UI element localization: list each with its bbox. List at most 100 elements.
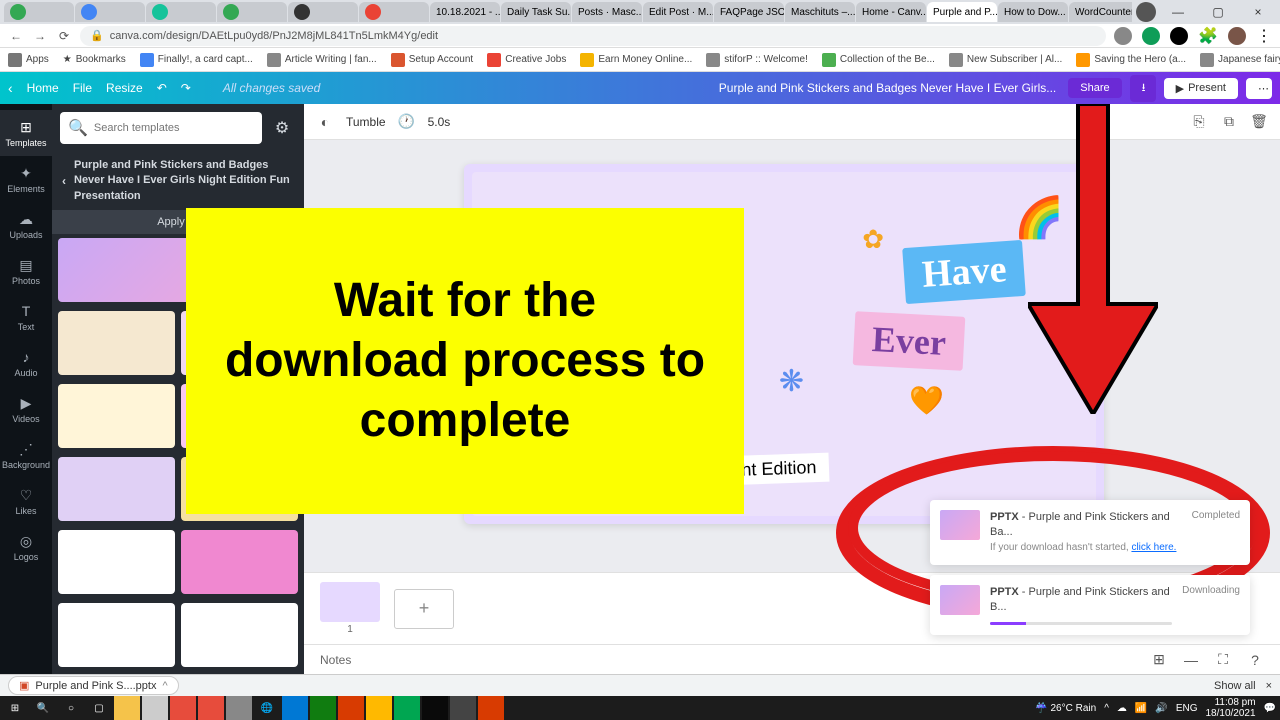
wifi-icon[interactable]: 📶 [1135,703,1147,714]
taskbar-app-icon[interactable] [366,696,392,720]
extension-icon[interactable] [1114,27,1132,45]
extension-icon[interactable] [1142,27,1160,45]
rail-likes[interactable]: ♡Likes [0,478,52,524]
trash-icon[interactable]: 🗑 [1250,113,1268,131]
rail-uploads[interactable]: ☁Uploads [0,202,52,248]
show-all-link[interactable]: Show all [1214,680,1256,692]
tray-icon[interactable]: ☁ [1117,703,1127,714]
chrome-tab[interactable] [4,2,74,22]
search-box[interactable]: 🔍 [60,112,262,144]
chrome-tab[interactable] [146,2,216,22]
chrome-account-icon[interactable] [1136,2,1156,22]
chrome-menu-icon[interactable]: ⋮ [1256,26,1272,46]
omnibox[interactable]: 🔒 canva.com/design/DAEtLpu0yd8/PnJ2M8jML… [80,26,1106,46]
taskbar-app-icon[interactable] [142,696,168,720]
clock[interactable]: 11:08 pm18/10/2021 [1205,697,1255,719]
reload-icon[interactable]: ⟳ [56,28,72,44]
file-menu[interactable]: File [73,81,92,95]
zoom-slider[interactable]: — [1182,651,1200,669]
chrome-tab[interactable]: 10.18.2021 - ...× [430,2,500,22]
chrome-taskbar-icon[interactable]: 🌐 [254,696,280,720]
cortana-button[interactable]: ○ [58,696,84,720]
minimize-button[interactable]: — [1160,5,1196,19]
back-icon[interactable]: ← [8,28,24,44]
forward-icon[interactable]: → [32,28,48,44]
share-button[interactable]: Share [1068,78,1121,98]
chrome-tab[interactable]: Daily Task Su...× [501,2,571,22]
home-link[interactable]: Home [27,81,59,95]
bookmark-item[interactable]: Apps [8,53,49,67]
start-button[interactable]: ⊞ [2,696,28,720]
bookmark-item[interactable]: Earn Money Online... [580,53,692,67]
template-thumb[interactable] [58,311,175,375]
grid-view-icon[interactable]: ⊞ [1150,651,1168,669]
help-icon[interactable]: ? [1246,651,1264,669]
template-thumb[interactable] [58,603,175,667]
animate-icon[interactable]: ◐ [316,113,334,131]
taskbar-app-icon[interactable] [226,696,252,720]
rail-videos[interactable]: ▶Videos [0,386,52,432]
template-thumb[interactable] [181,603,298,667]
rail-templates[interactable]: ⊞Templates [0,110,52,156]
chrome-tab[interactable] [75,2,145,22]
download-retry-link[interactable]: click here. [1131,542,1176,553]
bookmark-item[interactable]: Article Writing | fan... [267,53,377,67]
extension-icon[interactable] [1170,27,1188,45]
undo-icon[interactable]: ↶ [157,81,167,95]
duration-value[interactable]: 5.0s [428,115,451,129]
share-page-icon[interactable]: ⎘ [1190,113,1208,131]
template-thumb[interactable] [58,384,175,448]
maximize-button[interactable]: ▢ [1200,5,1236,19]
close-window-button[interactable]: × [1240,5,1276,19]
bookmark-item[interactable]: New Subscriber | Al... [949,53,1062,67]
bookmark-item[interactable]: Setup Account [391,53,474,67]
present-button[interactable]: ▶ Present [1164,78,1238,99]
file-explorer-icon[interactable] [114,696,140,720]
weather-widget[interactable]: ☔ 26°C Rain [1035,703,1096,714]
chevron-left-icon[interactable]: ‹ [8,80,13,96]
template-thumb[interactable] [58,457,175,521]
add-page-button[interactable]: + [394,589,454,629]
page-thumb[interactable] [320,582,380,622]
template-thumb[interactable] [181,530,298,594]
chrome-tab-active[interactable]: Purple and P...× [927,2,997,22]
bookmark-item[interactable]: Japanese fairy tales... [1200,53,1280,67]
rail-elements[interactable]: ✦Elements [0,156,52,202]
chevron-left-icon[interactable]: ‹ [62,173,66,190]
profile-avatar[interactable] [1228,27,1246,45]
taskbar-app-icon[interactable] [422,696,448,720]
redo-icon[interactable]: ↷ [181,81,191,95]
rail-logos[interactable]: ◎Logos [0,524,52,570]
close-shelf-icon[interactable]: × [1266,680,1272,692]
taskbar-app-icon[interactable] [450,696,476,720]
chrome-tab[interactable] [217,2,287,22]
notifications-icon[interactable]: 💬 [1264,703,1276,714]
search-input[interactable] [94,122,254,134]
chrome-tab[interactable]: Home - Canv...× [856,2,926,22]
bookmark-item[interactable]: Saving the Hero (a... [1076,53,1186,67]
chrome-tab[interactable]: FAQPage JSO...× [714,2,784,22]
search-button[interactable]: 🔍 [30,696,56,720]
chrome-tab[interactable]: WordCounter...× [1069,2,1132,22]
powerpoint-taskbar-icon[interactable] [338,696,364,720]
extensions-icon[interactable]: 🧩 [1198,26,1218,46]
rail-text[interactable]: TText [0,294,52,340]
chrome-tab[interactable]: Maschituts –...× [785,2,855,22]
chrome-tab[interactable]: Edit Post · M...× [643,2,713,22]
chevron-up-icon[interactable]: ^ [162,680,167,692]
chrome-tab[interactable]: Posts · Masc...× [572,2,642,22]
taskbar-app-icon[interactable] [198,696,224,720]
rail-photos[interactable]: ▤Photos [0,248,52,294]
chrome-tab[interactable] [288,2,358,22]
bookmark-item[interactable]: Finally!, a card capt... [140,53,253,67]
taskbar-app-icon[interactable] [310,696,336,720]
ime-indicator[interactable]: ENG [1176,703,1198,714]
filter-icon[interactable]: ⚙ [268,114,296,142]
taskbar-app-icon[interactable] [282,696,308,720]
rail-background[interactable]: ⋰Background [0,432,52,478]
download-chip[interactable]: ▣ Purple and Pink S....pptx ^ [8,676,179,695]
doc-title[interactable]: Purple and Pink Stickers and Badges Neve… [719,81,1056,95]
bookmark-item[interactable]: Collection of the Be... [822,53,935,67]
animate-button[interactable]: Tumble [346,115,386,129]
notes-bar[interactable]: Notes ⊞ — ⛶ ? [304,644,1280,674]
